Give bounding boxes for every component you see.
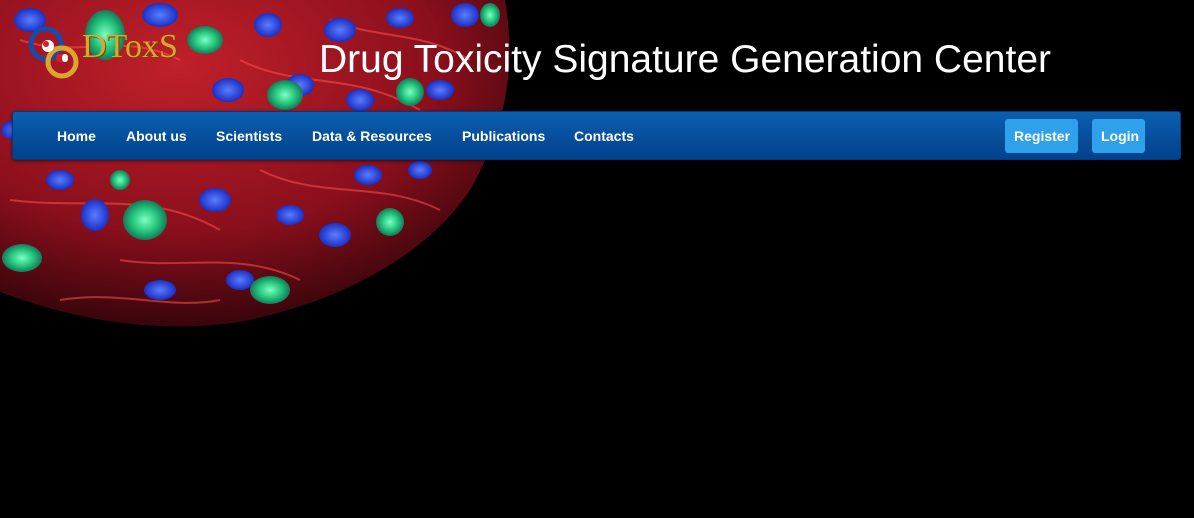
nav-item-contacts[interactable]: Contacts xyxy=(574,128,634,144)
nav-item-publications[interactable]: Publications xyxy=(462,128,545,144)
register-button[interactable]: Register xyxy=(1005,119,1078,153)
nav-item-data-resources[interactable]: Data & Resources xyxy=(312,128,432,144)
nav-item-home[interactable]: Home xyxy=(57,128,96,144)
page-title: Drug Toxicity Signature Generation Cente… xyxy=(319,38,1051,81)
main-navbar: Home About us Scientists Data & Resource… xyxy=(12,111,1181,160)
nav-item-scientists[interactable]: Scientists xyxy=(216,128,282,144)
page: DToxS Drug Toxicity Signature Generation… xyxy=(0,0,1194,518)
site-logo[interactable]: DToxS xyxy=(26,24,216,86)
nav-item-about-us[interactable]: About us xyxy=(126,128,187,144)
login-button[interactable]: Login xyxy=(1092,119,1145,153)
logo-text: DToxS xyxy=(82,28,178,65)
